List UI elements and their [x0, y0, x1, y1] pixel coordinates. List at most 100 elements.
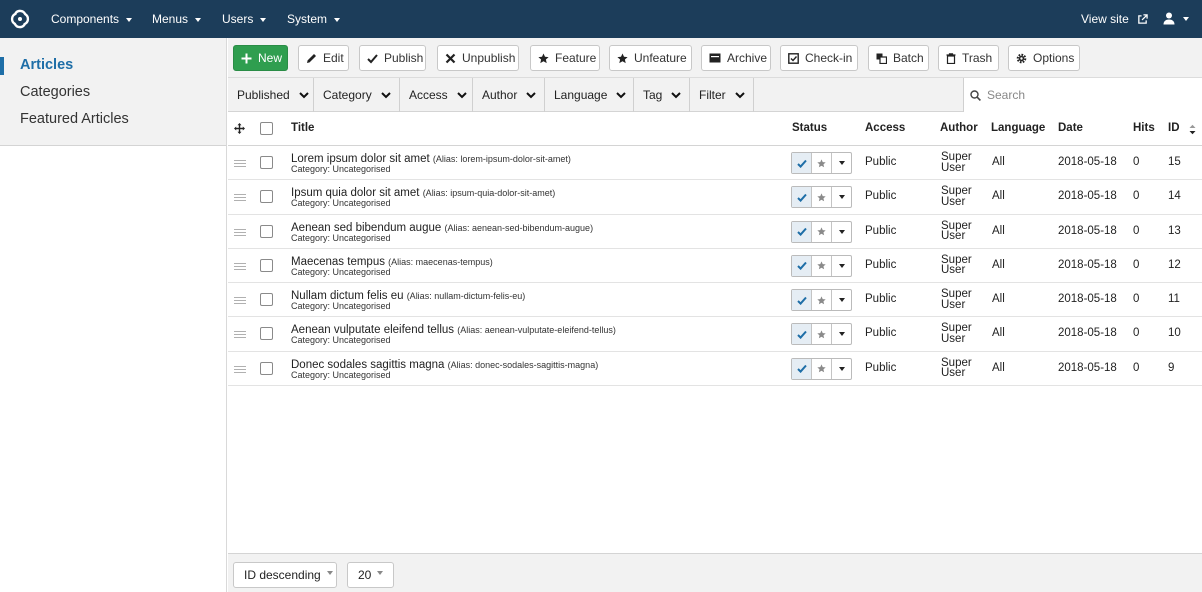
row-author[interactable]: Super User: [941, 323, 972, 344]
user-menu[interactable]: [1163, 12, 1190, 28]
row-hits: 0: [1133, 190, 1140, 203]
featured-toggle[interactable]: [812, 153, 832, 173]
menu-users[interactable]: Users: [222, 0, 267, 38]
row-checkbox[interactable]: [260, 258, 273, 272]
options-button[interactable]: Options: [1008, 45, 1080, 71]
unpublish-button[interactable]: Unpublish: [437, 45, 519, 71]
edit-button[interactable]: Edit: [298, 45, 349, 71]
filter-author[interactable]: Author: [473, 78, 545, 112]
star-icon: [817, 227, 826, 236]
col-date[interactable]: Date: [1058, 122, 1083, 134]
status-dropdown-toggle[interactable]: [832, 256, 851, 276]
row-checkbox[interactable]: [260, 224, 273, 238]
check-icon: [796, 159, 807, 168]
published-toggle[interactable]: [792, 221, 812, 242]
featured-toggle[interactable]: [812, 255, 832, 276]
row-checkbox[interactable]: [260, 156, 273, 169]
status-dropdown-toggle[interactable]: [832, 324, 851, 344]
search-input[interactable]: [987, 88, 1187, 102]
publish-button[interactable]: Publish: [359, 45, 426, 71]
col-hits[interactable]: Hits: [1133, 122, 1155, 134]
feature-button[interactable]: Feature: [530, 45, 600, 71]
menu-components[interactable]: Components: [51, 0, 133, 38]
sort-icon[interactable]: [1189, 124, 1196, 135]
row-author[interactable]: Super User: [941, 186, 972, 207]
published-toggle[interactable]: [792, 324, 812, 345]
status-dropdown-toggle[interactable]: [832, 359, 851, 379]
search-box[interactable]: [963, 78, 1202, 112]
new-button[interactable]: New: [233, 45, 288, 71]
row-author[interactable]: Super User: [941, 254, 972, 276]
published-toggle[interactable]: [792, 255, 812, 276]
ordering-select[interactable]: ID descending: [233, 562, 337, 588]
filter-language[interactable]: Language: [545, 78, 634, 112]
filter-category[interactable]: Category: [314, 78, 400, 112]
featured-toggle[interactable]: [812, 358, 832, 379]
trash-button[interactable]: Trash: [938, 45, 999, 71]
status-dropdown-toggle[interactable]: [832, 222, 851, 242]
drag-handle-icon[interactable]: [234, 194, 246, 203]
drag-handle-icon[interactable]: [234, 160, 246, 169]
row-id: 12: [1168, 258, 1181, 271]
filter-filter[interactable]: Filter: [690, 78, 754, 112]
sidebar-item-featured-articles[interactable]: Featured Articles: [20, 111, 129, 127]
row-checkbox[interactable]: [260, 327, 273, 341]
status-button-group: [791, 220, 852, 243]
col-language[interactable]: Language: [991, 122, 1045, 134]
external-link-icon: [1138, 14, 1148, 25]
author-second-line: User: [941, 367, 966, 380]
status-dropdown-toggle[interactable]: [832, 290, 851, 310]
menu-system[interactable]: System: [287, 0, 341, 38]
limit-select[interactable]: 20: [347, 562, 394, 588]
row-author[interactable]: Super User: [941, 289, 972, 310]
col-title[interactable]: Title: [291, 122, 314, 134]
sidebar-item-categories[interactable]: Categories: [20, 84, 90, 100]
filter-access[interactable]: Access: [400, 78, 473, 112]
row-checkbox[interactable]: [260, 293, 273, 307]
unfeature-button[interactable]: Unfeature: [609, 45, 692, 71]
row-date: 2018-05-18: [1058, 190, 1117, 203]
drag-handle-icon[interactable]: [234, 297, 246, 306]
sidebar-item-articles[interactable]: Articles: [20, 57, 73, 73]
row-author[interactable]: Super User: [941, 220, 972, 242]
ordering-move-icon[interactable]: [234, 123, 245, 134]
row-author[interactable]: Super User: [941, 152, 972, 173]
view-site-link[interactable]: View site: [1081, 0, 1148, 38]
filter-tag[interactable]: Tag: [634, 78, 690, 112]
select-all-checkbox[interactable]: [260, 122, 273, 135]
col-status[interactable]: Status: [792, 122, 827, 134]
status-dropdown-toggle[interactable]: [832, 187, 851, 207]
star-icon: [817, 261, 826, 270]
batch-button[interactable]: Batch: [868, 45, 929, 71]
row-author[interactable]: Super User: [941, 357, 972, 380]
featured-toggle[interactable]: [812, 221, 832, 242]
joomla-logo-icon[interactable]: [9, 8, 31, 30]
author-second-line: User: [941, 298, 966, 311]
col-author[interactable]: Author: [940, 122, 978, 134]
table-row: Ipsum quia dolor sit amet (Alias: ipsum-…: [228, 180, 1202, 215]
row-date: 2018-05-18: [1058, 327, 1117, 340]
row-checkbox[interactable]: [260, 190, 273, 204]
row-checkbox[interactable]: [260, 361, 273, 375]
drag-handle-icon[interactable]: [234, 228, 246, 238]
checkin-button[interactable]: Check-in: [780, 45, 858, 71]
archive-button[interactable]: Archive: [701, 45, 771, 71]
featured-toggle[interactable]: [812, 187, 832, 208]
row-hits: 0: [1133, 156, 1140, 168]
check-icon: [796, 262, 807, 271]
featured-toggle[interactable]: [812, 290, 832, 311]
published-toggle[interactable]: [792, 187, 812, 208]
published-toggle[interactable]: [792, 153, 812, 173]
menu-menus[interactable]: Menus: [152, 0, 202, 38]
col-access[interactable]: Access: [865, 122, 905, 134]
drag-handle-icon[interactable]: [234, 365, 246, 375]
featured-toggle[interactable]: [812, 324, 832, 345]
published-toggle[interactable]: [792, 358, 812, 379]
drag-handle-icon[interactable]: [234, 262, 246, 272]
published-toggle[interactable]: [792, 290, 812, 311]
status-dropdown-toggle[interactable]: [832, 153, 851, 173]
article-category: Category: Uncategorised: [291, 164, 391, 174]
drag-handle-icon[interactable]: [234, 331, 246, 340]
filter-published[interactable]: Published: [228, 78, 314, 112]
col-id[interactable]: ID: [1168, 122, 1180, 134]
